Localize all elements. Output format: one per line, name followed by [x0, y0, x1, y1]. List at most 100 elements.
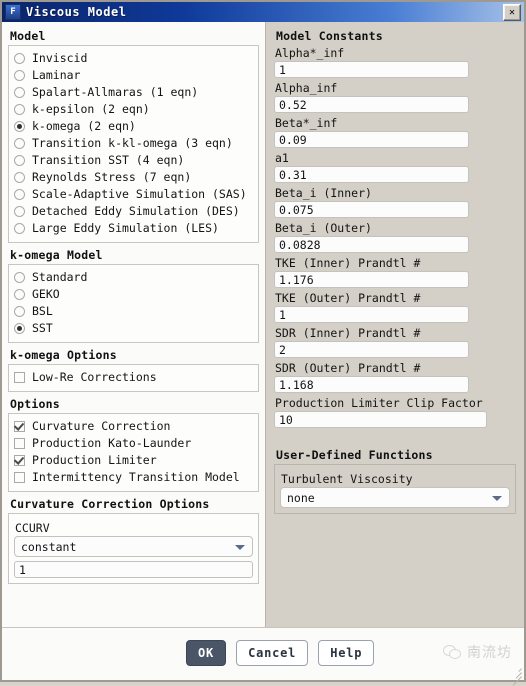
dialog-footer: OK Cancel Help 南流坊 [2, 627, 524, 686]
komega-model-radio-2[interactable]: BSL [14, 303, 253, 320]
constant-label: Production Limiter Clip Factor [275, 396, 483, 410]
option-check-label: Intermittency Transition Model [32, 470, 240, 484]
option-check-0[interactable]: Curvature Correction [14, 418, 253, 435]
option-check-label: Curvature Correction [32, 419, 171, 433]
right-column: Model Constants Alpha*_inf Alpha_inf Beta*… [265, 22, 524, 627]
model-radio-label: Spalart-Allmaras (1 eqn) [32, 85, 199, 99]
komega-model-radio-3[interactable]: SST [14, 320, 253, 337]
radio-icon [14, 172, 25, 183]
constant-input[interactable] [274, 96, 469, 113]
option-check-3[interactable]: Intermittency Transition Model [14, 469, 253, 486]
help-button[interactable]: Help [318, 640, 375, 666]
komega-option-check-label: Low-Re Corrections [32, 370, 157, 384]
chevron-down-icon [492, 496, 502, 501]
cancel-button[interactable]: Cancel [236, 640, 309, 666]
model-radio-2[interactable]: Spalart-Allmaras (1 eqn) [14, 84, 253, 101]
radio-icon [14, 104, 25, 115]
title-bar: F Viscous Model ✕ [2, 2, 524, 22]
checkbox-checked-icon [14, 455, 25, 466]
checkbox-icon [14, 372, 25, 383]
model-radio-4[interactable]: k-omega (2 eqn) [14, 118, 253, 135]
model-radio-0[interactable]: Inviscid [14, 50, 253, 67]
komega-options-group: Low-Re Corrections [8, 364, 259, 392]
constant-input[interactable] [274, 306, 469, 323]
model-radio-label: Reynolds Stress (7 eqn) [32, 170, 192, 184]
dialog-body: Model Inviscid Laminar Spalart-Allmaras (1… [2, 22, 524, 627]
ccurv-value-input[interactable] [14, 561, 253, 578]
chevron-down-icon [235, 545, 245, 550]
constant-label: a1 [275, 151, 289, 165]
options-group: Curvature Correction Production Kato-Laun… [8, 413, 259, 492]
ccurv-label: CCURV [15, 521, 50, 535]
radio-icon [14, 87, 25, 98]
constant-label: Beta_i (Inner) [275, 186, 372, 200]
constant-input[interactable] [274, 61, 469, 78]
komega-model-radio-label: BSL [32, 304, 53, 318]
watermark-text: 南流坊 [467, 645, 512, 661]
constant-label: Beta_i (Outer) [275, 221, 372, 235]
radio-selected-icon [14, 121, 25, 132]
radio-selected-icon [14, 323, 25, 334]
option-check-1[interactable]: Production Kato-Launder [14, 435, 253, 452]
curvature-correction-options-group: CCURV constant [8, 513, 259, 584]
constant-input[interactable] [274, 166, 469, 183]
checkbox-icon [14, 472, 25, 483]
viscous-model-dialog: F Viscous Model ✕ Model Inviscid Laminar S… [0, 0, 526, 686]
model-radio-label: Inviscid [32, 51, 88, 65]
model-radio-label: Laminar [32, 68, 81, 82]
model-radio-5[interactable]: Transition k-kl-omega (3 eqn) [14, 135, 253, 152]
resize-grip[interactable] [509, 665, 522, 686]
model-radio-label: Scale-Adaptive Simulation (SAS) [32, 187, 247, 201]
wechat-icon [443, 644, 461, 660]
constant-input[interactable] [274, 131, 469, 148]
model-radio-label: Detached Eddy Simulation (DES) [32, 204, 240, 218]
model-radio-10[interactable]: Large Eddy Simulation (LES) [14, 220, 253, 237]
constant-input[interactable] [274, 376, 469, 393]
model-group-title: Model [10, 29, 46, 43]
model-radio-1[interactable]: Laminar [14, 67, 253, 84]
constant-label: Alpha*_inf [275, 46, 345, 60]
close-icon[interactable]: ✕ [503, 4, 521, 21]
turbulent-viscosity-select-value: none [287, 490, 315, 505]
curvature-correction-options-group-title: Curvature Correction Options [10, 497, 210, 511]
turbulent-viscosity-select[interactable]: none [280, 487, 510, 508]
radio-icon [14, 138, 25, 149]
model-radio-label: k-omega (2 eqn) [32, 119, 136, 133]
model-group: Inviscid Laminar Spalart-Allmaras (1 eqn) k… [8, 45, 259, 243]
constant-label: TKE (Inner) Prandtl # [275, 256, 421, 270]
constant-label: SDR (Inner) Prandtl # [275, 326, 421, 340]
komega-option-check-0[interactable]: Low-Re Corrections [14, 369, 253, 386]
radio-icon [14, 189, 25, 200]
model-radio-9[interactable]: Detached Eddy Simulation (DES) [14, 203, 253, 220]
udf-group-title: User-Defined Functions [276, 448, 433, 462]
komega-model-radio-label: GEKO [32, 287, 60, 301]
komega-model-radio-1[interactable]: GEKO [14, 286, 253, 303]
ccurv-select[interactable]: constant [14, 536, 253, 557]
radio-icon [14, 223, 25, 234]
watermark: 南流坊 [443, 642, 512, 662]
constant-label: Beta*_inf [275, 116, 338, 130]
option-check-label: Production Kato-Launder [32, 436, 192, 450]
model-radio-label: Transition SST (4 eqn) [32, 153, 185, 167]
constant-input[interactable] [274, 341, 469, 358]
radio-icon [14, 53, 25, 64]
constant-input[interactable] [274, 236, 469, 253]
constant-label: TKE (Outer) Prandtl # [275, 291, 421, 305]
model-constants-group-title: Model Constants [276, 29, 383, 43]
turbulent-viscosity-label: Turbulent Viscosity [281, 472, 413, 486]
constant-input[interactable] [274, 201, 469, 218]
option-check-2[interactable]: Production Limiter [14, 452, 253, 469]
constant-input[interactable] [274, 271, 469, 288]
constant-input[interactable] [274, 411, 487, 428]
model-radio-3[interactable]: k-epsilon (2 eqn) [14, 101, 253, 118]
radio-icon [14, 272, 25, 283]
ok-button[interactable]: OK [186, 640, 227, 666]
model-radio-label: Transition k-kl-omega (3 eqn) [32, 136, 233, 150]
komega-model-radio-0[interactable]: Standard [14, 269, 253, 286]
radio-icon [14, 155, 25, 166]
model-radio-8[interactable]: Scale-Adaptive Simulation (SAS) [14, 186, 253, 203]
model-radio-7[interactable]: Reynolds Stress (7 eqn) [14, 169, 253, 186]
window-title: Viscous Model [26, 5, 127, 19]
model-radio-6[interactable]: Transition SST (4 eqn) [14, 152, 253, 169]
komega-model-group-title: k-omega Model [10, 248, 103, 262]
